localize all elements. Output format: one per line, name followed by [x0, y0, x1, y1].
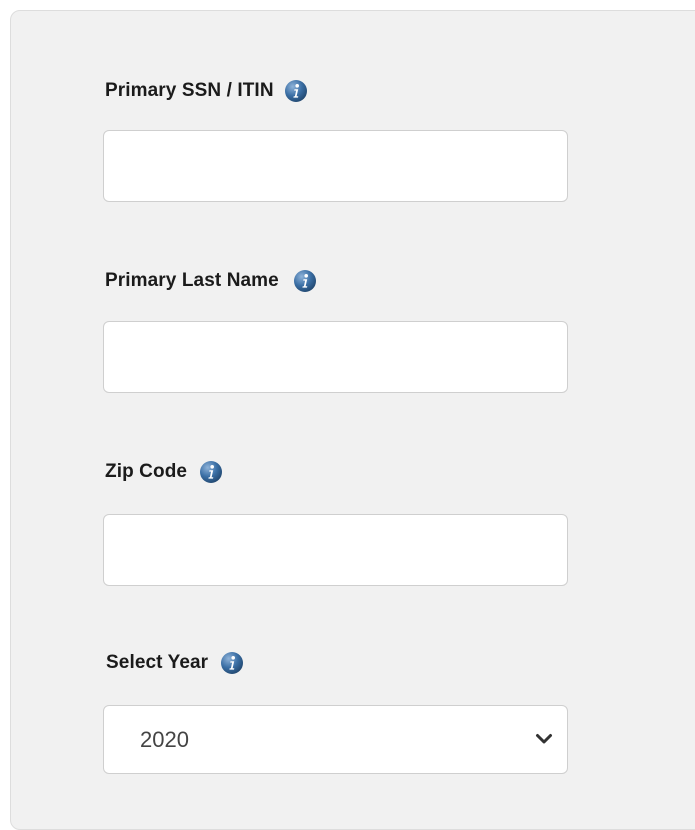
lookup-form-panel: Primary SSN / ITIN Primary Last Name Zip…: [10, 10, 695, 830]
year-select[interactable]: 2020: [103, 705, 568, 774]
ssn-input[interactable]: [103, 130, 568, 202]
info-icon[interactable]: [220, 651, 244, 675]
info-icon[interactable]: [199, 460, 223, 484]
last-name-label-row: Primary Last Name: [105, 267, 317, 295]
last-name-label: Primary Last Name: [105, 270, 279, 291]
zip-code-label-row: Zip Code: [105, 458, 223, 486]
year-select-value: 2020: [140, 727, 189, 752]
zip-code-label: Zip Code: [105, 461, 188, 482]
ssn-label: Primary SSN / ITIN: [105, 80, 274, 101]
zip-code-input[interactable]: [103, 514, 568, 586]
year-label: Select Year: [106, 652, 209, 673]
ssn-label-row: Primary SSN / ITIN: [105, 77, 308, 105]
year-label-row: Select Year: [106, 649, 244, 677]
last-name-input[interactable]: [103, 321, 568, 393]
chevron-down-icon: [535, 732, 553, 746]
info-icon[interactable]: [284, 79, 308, 103]
info-icon[interactable]: [293, 269, 317, 293]
